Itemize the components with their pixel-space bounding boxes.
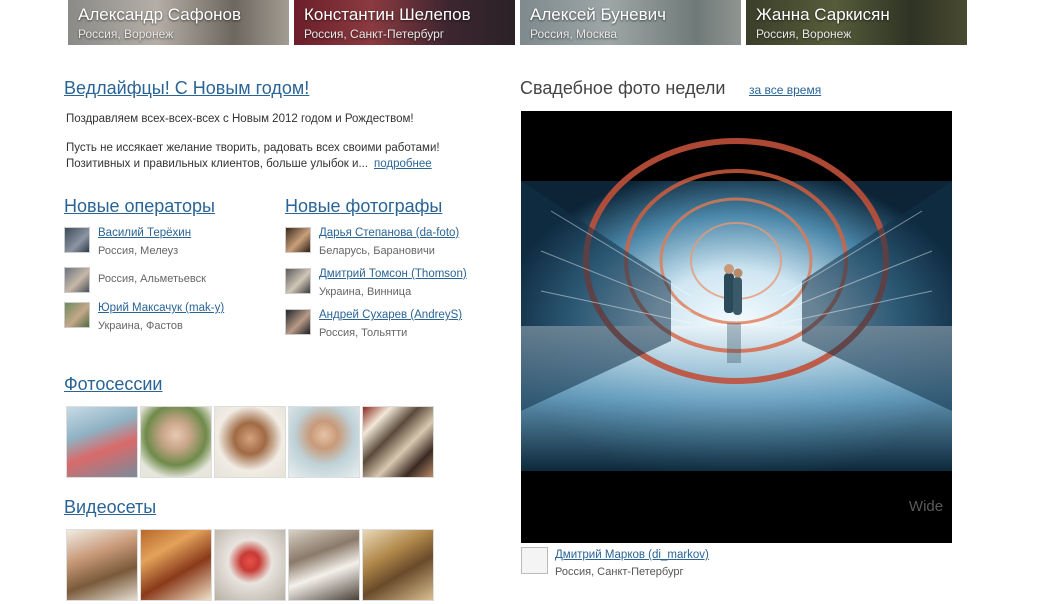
operator-avatar[interactable] — [64, 227, 90, 253]
photographer-name: Константин Шелепов — [304, 5, 471, 24]
photographer-location: Россия, Воронеж — [78, 27, 174, 41]
top-photographers-strip: Александр Сафонов Россия, Воронеж Конста… — [68, 0, 968, 45]
videoset-thumbnail[interactable] — [66, 529, 138, 601]
news-title-link[interactable]: Ведлайфцы! С Новым годом! — [64, 78, 309, 99]
photosession-thumbnail[interactable] — [362, 406, 434, 478]
photographer-item: Андрей Сухарев (AndreyS) Россия, Тольятт… — [285, 309, 485, 343]
operator-location: Россия, Мелеуз — [98, 245, 179, 257]
operator-name-link[interactable]: Юрий Максачук (mak-y) — [98, 302, 224, 314]
author-avatar[interactable] — [521, 547, 548, 574]
photosessions-title-link[interactable]: Фотосессии — [64, 374, 162, 395]
photographer-location: Беларусь, Барановичи — [319, 245, 435, 257]
photosession-thumbnail[interactable] — [288, 406, 360, 478]
photographer-location: Россия, Тольятти — [319, 327, 408, 339]
photographer-location: Украина, Винница — [319, 286, 412, 298]
photosessions-thumbnails — [66, 406, 436, 478]
photosession-thumbnail[interactable] — [66, 406, 138, 478]
photographer-name: Алексей Буневич — [530, 5, 667, 24]
operator-item: Василий Терёхин Россия, Мелеуз — [64, 227, 264, 261]
top-photographer-card[interactable]: Алексей Буневич Россия, Москва — [520, 0, 741, 45]
photographer-location: Россия, Москва — [530, 27, 617, 41]
news-text-line-content: Позитивных и правильных клиентов, больше… — [66, 158, 369, 170]
videosets-thumbnails — [66, 529, 436, 601]
operator-location: Украина, Фастов — [98, 320, 183, 332]
videosets-title-link[interactable]: Видеосеты — [64, 497, 156, 518]
photographer-item: Дарья Степанова (da-foto) Беларусь, Бара… — [285, 227, 485, 261]
top-photographer-card[interactable]: Жанна Саркисян Россия, Воронеж — [746, 0, 967, 45]
photographer-name: Жанна Саркисян — [756, 5, 890, 24]
videoset-thumbnail[interactable] — [214, 529, 286, 601]
photographer-location: Россия, Воронеж — [756, 27, 852, 41]
photo-watermark: Wide — [909, 498, 943, 515]
photographer-name-link[interactable]: Дарья Степанова (da-foto) — [319, 227, 459, 239]
operator-avatar[interactable] — [64, 267, 90, 293]
wedding-photo-of-week-title: Свадебное фото недели — [520, 78, 726, 98]
videoset-thumbnail[interactable] — [288, 529, 360, 601]
photographer-name-link[interactable]: Андрей Сухарев (AndreyS) — [319, 309, 462, 321]
photographer-avatar[interactable] — [285, 268, 311, 294]
top-photographer-card[interactable]: Александр Сафонов Россия, Воронеж — [68, 0, 289, 45]
photographer-name-link[interactable]: Дмитрий Томсон (Thomson) — [319, 268, 467, 280]
photographer-item: Дмитрий Томсон (Thomson) Украина, Винниц… — [285, 268, 485, 302]
videoset-thumbnail[interactable] — [140, 529, 212, 601]
videoset-thumbnail[interactable] — [362, 529, 434, 601]
author-name-link[interactable]: Дмитрий Марков (di_markov) — [555, 549, 709, 561]
new-operators-title-link[interactable]: Новые операторы — [64, 196, 215, 217]
operator-location: Россия, Альметьевск — [98, 273, 206, 285]
all-time-link[interactable]: за все время — [749, 83, 821, 97]
photo-author: Дмитрий Марков (di_markov) Россия, Санкт… — [521, 547, 821, 578]
photosession-thumbnail[interactable] — [140, 406, 212, 478]
photographer-name: Александр Сафонов — [78, 5, 242, 24]
wedding-photo-of-week[interactable]: Wide — [521, 111, 952, 543]
operator-avatar[interactable] — [64, 302, 90, 328]
new-photographers-title-link[interactable]: Новые фотографы — [285, 196, 442, 217]
photographer-avatar[interactable] — [285, 309, 311, 335]
photosession-thumbnail[interactable] — [214, 406, 286, 478]
operator-item: Россия, Альметьевск — [64, 267, 264, 301]
news-text-line: Пусть не иссякает желание творить, радов… — [66, 142, 440, 154]
photographer-location: Россия, Санкт-Петербург — [304, 27, 445, 41]
news-more-link[interactable]: подробнее — [374, 158, 432, 170]
top-photographer-card[interactable]: Константин Шелепов Россия, Санкт-Петербу… — [294, 0, 515, 45]
operator-item: Юрий Максачук (mak-y) Украина, Фастов — [64, 302, 264, 336]
author-location: Россия, Санкт-Петербург — [555, 566, 684, 578]
news-text-line: Поздравляем всех-всех-всех с Новым 2012 … — [66, 113, 414, 125]
operator-name-link[interactable]: Василий Терёхин — [98, 227, 191, 239]
wedding-photo-image: Wide — [521, 138, 952, 515]
news-text-line: Позитивных и правильных клиентов, больше… — [66, 156, 432, 172]
photographer-avatar[interactable] — [285, 227, 311, 253]
